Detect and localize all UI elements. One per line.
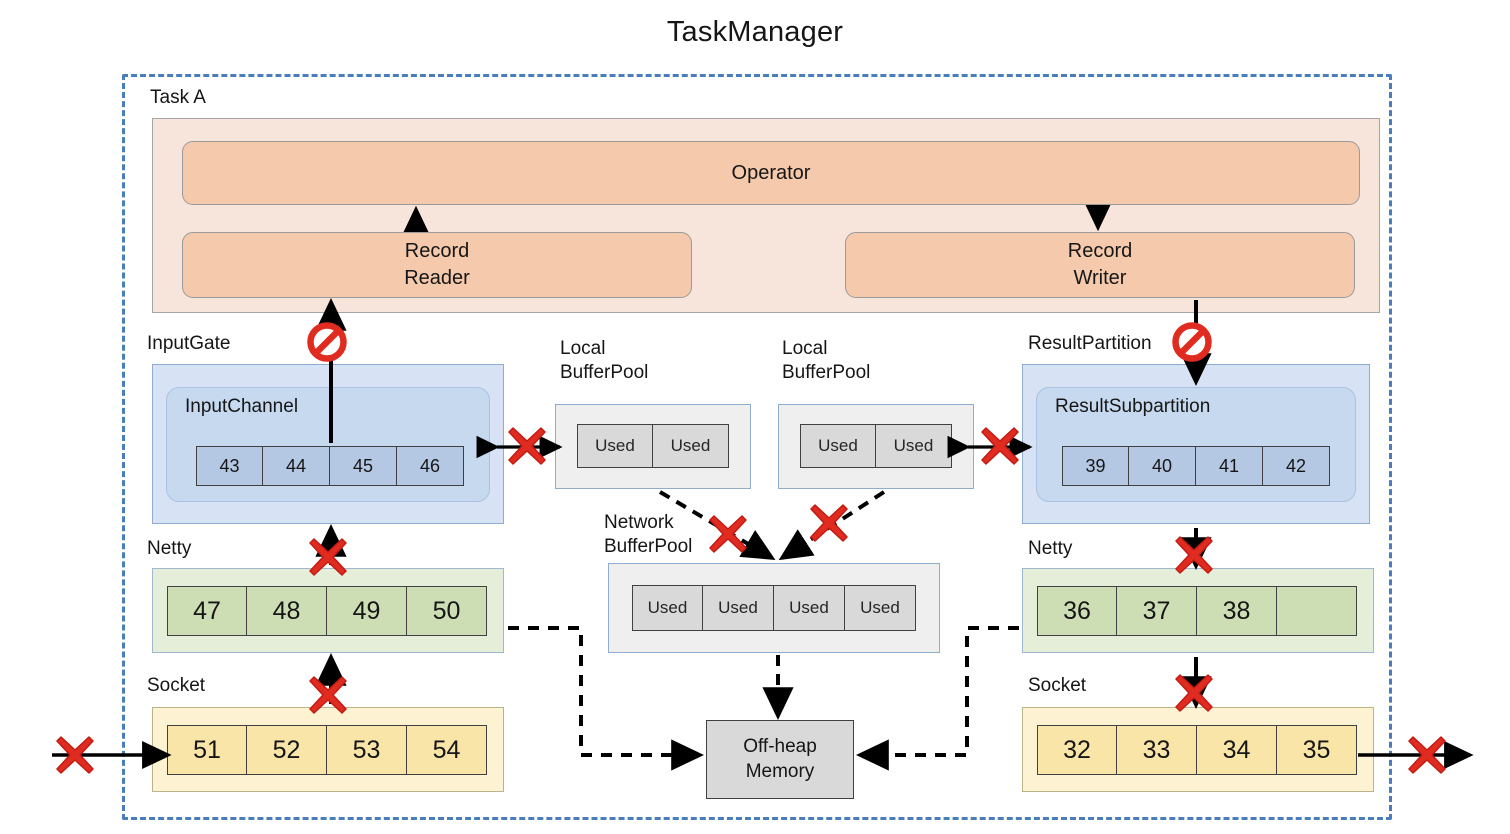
no-entry-icon	[305, 320, 349, 364]
buffer-cell: 41	[1196, 446, 1263, 486]
red-cross-icon	[505, 424, 549, 468]
inputchannel-buffers: 43 44 45 46	[196, 446, 464, 486]
buffer-cell: 32	[1037, 725, 1117, 775]
record-writer-label-line2: Writer	[1073, 267, 1127, 289]
buffer-cell: 51	[167, 725, 247, 775]
record-writer-box: Record Writer	[845, 232, 1355, 298]
resultpartition-label: ResultPartition	[1028, 333, 1152, 354]
buffer-cell: 37	[1117, 586, 1197, 636]
page-title: TaskManager	[666, 16, 844, 48]
pool-cell: Used	[577, 424, 653, 468]
red-cross-icon	[306, 535, 350, 579]
network-bufferpool-label-line2: BufferPool	[604, 535, 693, 557]
local-bufferpool-right-cells: Used Used	[800, 424, 952, 468]
operator-box: Operator	[182, 141, 1360, 205]
red-cross-icon	[1172, 533, 1216, 577]
buffer-cell: 48	[247, 586, 327, 636]
buffer-cell: 52	[247, 725, 327, 775]
socket-right-buffers: 32 33 34 35	[1037, 725, 1357, 775]
local-bufferpool-right-label: Local BufferPool	[782, 337, 870, 385]
buffer-cell: 54	[407, 725, 487, 775]
buffer-cell: 38	[1197, 586, 1277, 636]
resultsubpartition-buffers: 39 40 41 42	[1062, 446, 1330, 486]
pool-cell: Used	[774, 585, 845, 631]
buffer-cell: 34	[1197, 725, 1277, 775]
local-bufferpool-right-label-line1: Local	[782, 338, 828, 359]
record-reader-label-line1: Record	[404, 240, 470, 262]
off-heap-label-line1: Off-heap	[743, 735, 817, 757]
pool-cell: Used	[800, 424, 876, 468]
buffer-cell: 46	[397, 446, 464, 486]
local-bufferpool-left-label-line2: BufferPool	[560, 361, 649, 383]
red-cross-icon	[807, 501, 851, 545]
resultsubpartition-label: ResultSubpartition	[1055, 396, 1211, 417]
network-bufferpool-cells: Used Used Used Used	[632, 585, 916, 631]
buffer-cell: 43	[196, 446, 263, 486]
netty-right-buffers: 36 37 38	[1037, 586, 1357, 636]
network-bufferpool-label-line1: Network	[604, 512, 674, 533]
local-bufferpool-left-label-line1: Local	[560, 338, 606, 359]
inputchannel-label: InputChannel	[185, 396, 299, 417]
red-cross-icon	[53, 733, 97, 777]
socket-left-label: Socket	[147, 675, 206, 696]
record-reader-label-line2: Reader	[404, 267, 470, 289]
pool-cell: Used	[703, 585, 774, 631]
buffer-cell: 42	[1263, 446, 1330, 486]
off-heap-memory-box: Off-heap Memory	[706, 720, 854, 799]
task-a-label: Task A	[150, 87, 206, 108]
pool-cell: Used	[653, 424, 729, 468]
buffer-cell: 47	[167, 586, 247, 636]
buffer-cell: 40	[1129, 446, 1196, 486]
netty-left-buffers: 47 48 49 50	[167, 586, 487, 636]
no-entry-icon	[1170, 320, 1214, 364]
inputgate-label: InputGate	[147, 333, 231, 354]
buffer-cell: 45	[330, 446, 397, 486]
red-cross-icon	[1172, 671, 1216, 715]
record-writer-label-line1: Record	[1067, 240, 1133, 262]
red-cross-icon	[978, 424, 1022, 468]
diagram-canvas: TaskManager Task A Operator Record Reade…	[0, 0, 1510, 834]
pool-cell: Used	[876, 424, 952, 468]
buffer-cell: 44	[263, 446, 330, 486]
buffer-cell: 39	[1062, 446, 1129, 486]
red-cross-icon	[706, 512, 750, 556]
off-heap-label-line2: Memory	[745, 760, 815, 782]
buffer-cell: 49	[327, 586, 407, 636]
network-bufferpool-label: Network BufferPool	[604, 511, 692, 559]
pool-cell: Used	[845, 585, 916, 631]
buffer-cell: 36	[1037, 586, 1117, 636]
buffer-cell: 33	[1117, 725, 1197, 775]
netty-right-label: Netty	[1028, 538, 1073, 559]
socket-left-buffers: 51 52 53 54	[167, 725, 487, 775]
netty-left-label: Netty	[147, 538, 192, 559]
pool-cell: Used	[632, 585, 703, 631]
buffer-cell: 53	[327, 725, 407, 775]
record-reader-box: Record Reader	[182, 232, 692, 298]
red-cross-icon	[1405, 733, 1449, 777]
local-bufferpool-left-label: Local BufferPool	[560, 337, 648, 385]
socket-right-label: Socket	[1028, 675, 1087, 696]
local-bufferpool-right-label-line2: BufferPool	[782, 361, 871, 383]
local-bufferpool-left-cells: Used Used	[577, 424, 729, 468]
buffer-cell: 50	[407, 586, 487, 636]
buffer-cell-empty	[1277, 586, 1357, 636]
buffer-cell: 35	[1277, 725, 1357, 775]
red-cross-icon	[306, 673, 350, 717]
